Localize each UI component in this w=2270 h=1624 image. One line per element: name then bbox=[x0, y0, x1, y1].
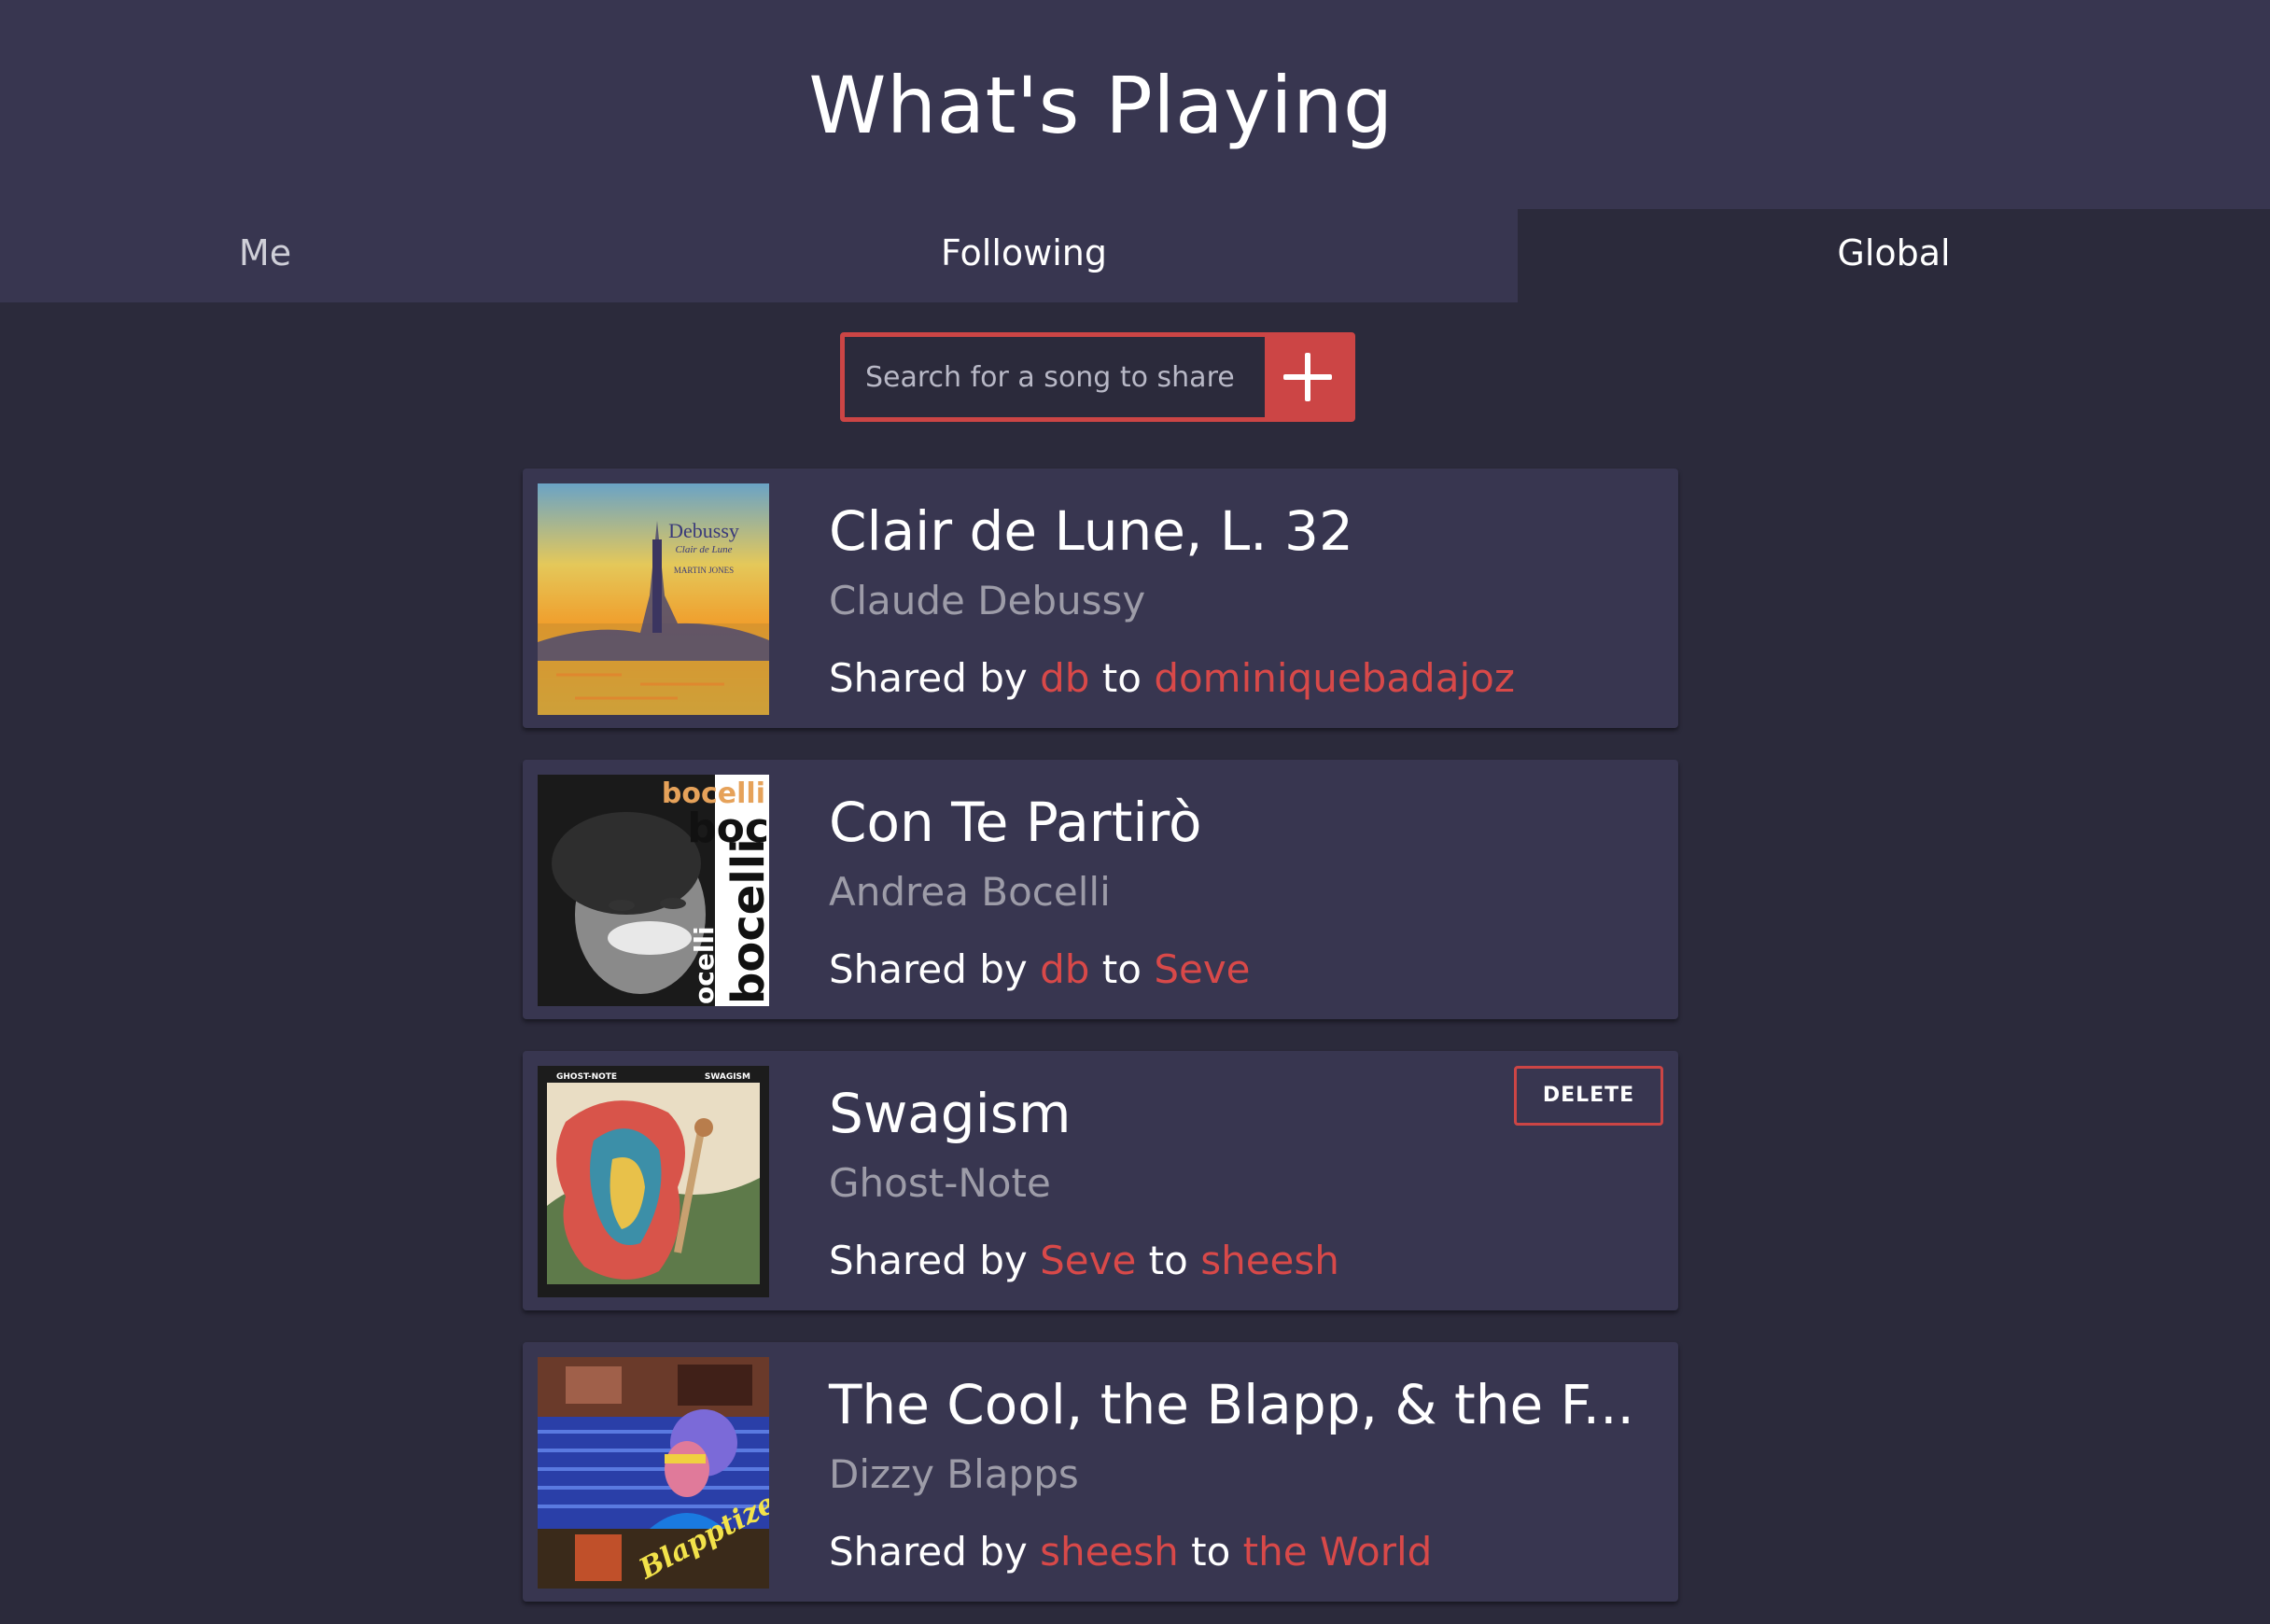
shared-by-line: Shared by db to dominiquebadajoz bbox=[829, 646, 1515, 711]
sharer-link[interactable]: db bbox=[1040, 946, 1089, 992]
cover-text: ocelli bbox=[689, 926, 720, 1004]
add-song-button[interactable] bbox=[1265, 337, 1351, 417]
cover-text: SWAGISM bbox=[705, 1072, 750, 1082]
album-cover-swagism: GHOST-NOTE SWAGISM bbox=[538, 1066, 769, 1297]
song-card: bocelli boc bocelli ocelli Con Te Partir… bbox=[523, 760, 1678, 1019]
sharer-link[interactable]: db bbox=[1040, 655, 1089, 701]
song-artist: Claude Debussy bbox=[829, 578, 1146, 623]
album-cover-cool-blapp: Blapptized bbox=[538, 1357, 769, 1589]
shared-by-label: Shared by bbox=[829, 655, 1028, 701]
album-cover-clair-de-lune: Debussy Clair de Lune MARTIN JONES bbox=[538, 483, 769, 715]
recipient-link[interactable]: sheesh bbox=[1200, 1238, 1339, 1283]
shared-by-line: Shared by sheesh to the World bbox=[829, 1519, 1432, 1585]
recipient-link[interactable]: Seve bbox=[1154, 946, 1250, 992]
sharer-link[interactable]: Seve bbox=[1040, 1238, 1136, 1283]
cover-text: Clair de Lune bbox=[675, 544, 732, 555]
tab-bar: Me Following Global bbox=[0, 209, 2270, 302]
recipient-link[interactable]: dominiquebadajoz bbox=[1154, 655, 1515, 701]
cover-text: Debussy bbox=[668, 519, 739, 542]
song-search-input[interactable] bbox=[845, 337, 1268, 417]
album-cover-con-te-partiro: bocelli boc bocelli ocelli bbox=[538, 775, 769, 1006]
song-title: Clair de Lune, L. 32 bbox=[829, 499, 1353, 563]
song-card: GHOST-NOTE SWAGISM Swagism Ghost-Note Sh… bbox=[523, 1051, 1678, 1310]
song-card: Blapptized The Cool, the Blapp, & the F.… bbox=[523, 1342, 1678, 1602]
recipient-link[interactable]: the World bbox=[1243, 1529, 1433, 1575]
shared-by-line: Shared by Seve to sheesh bbox=[829, 1228, 1339, 1294]
delete-button[interactable]: DELETE bbox=[1514, 1066, 1663, 1126]
plus-icon bbox=[1283, 353, 1332, 401]
cover-text: GHOST-NOTE bbox=[556, 1072, 617, 1082]
song-title: The Cool, the Blapp, & the F... bbox=[829, 1373, 1634, 1436]
cover-text: MARTIN JONES bbox=[674, 566, 734, 575]
shared-to-label: to bbox=[1101, 655, 1142, 701]
song-title: Con Te Partirò bbox=[829, 791, 1202, 854]
shared-to-label: to bbox=[1101, 946, 1142, 992]
song-artist: Andrea Bocelli bbox=[829, 869, 1111, 915]
cover-text: bocelli bbox=[722, 838, 769, 1004]
song-artist: Ghost-Note bbox=[829, 1160, 1051, 1206]
song-search bbox=[840, 332, 1355, 422]
shared-to-label: to bbox=[1148, 1238, 1188, 1283]
sharer-link[interactable]: sheesh bbox=[1040, 1529, 1179, 1575]
shared-by-label: Shared by bbox=[829, 1238, 1028, 1283]
shared-by-label: Shared by bbox=[829, 946, 1028, 992]
tab-me[interactable]: Me bbox=[0, 209, 530, 302]
tab-following[interactable]: Following bbox=[530, 209, 1518, 302]
shared-to-label: to bbox=[1191, 1529, 1231, 1575]
app-header: What's Playing bbox=[0, 0, 2270, 209]
song-title: Swagism bbox=[829, 1082, 1072, 1145]
shared-by-label: Shared by bbox=[829, 1529, 1028, 1575]
song-artist: Dizzy Blapps bbox=[829, 1451, 1079, 1497]
tab-global[interactable]: Global bbox=[1518, 209, 2270, 302]
song-card: Debussy Clair de Lune MARTIN JONES Clair… bbox=[523, 469, 1678, 728]
shared-by-line: Shared by db to Seve bbox=[829, 937, 1251, 1002]
app-title: What's Playing bbox=[808, 60, 1394, 151]
